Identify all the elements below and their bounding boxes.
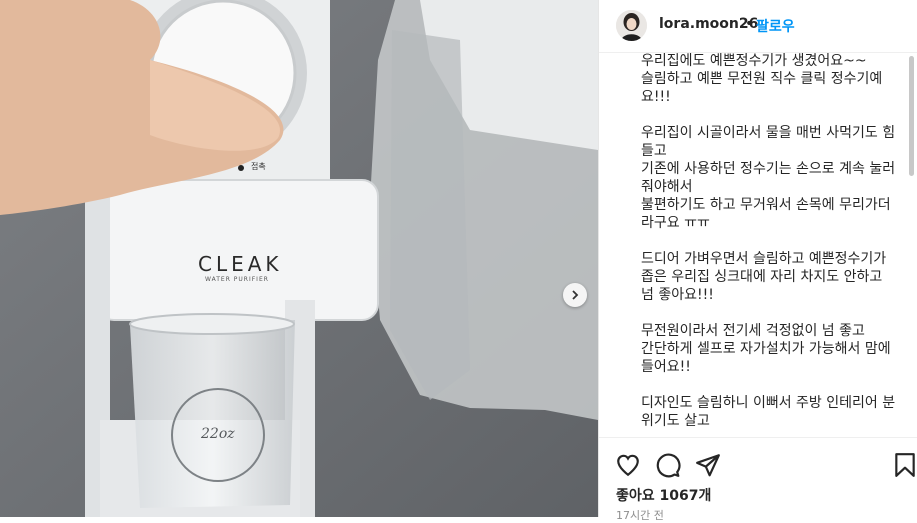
brand-sub-label: WATER PURIFIER [205,276,269,283]
water-purifier-photo [0,0,598,517]
post-actions: 좋아요 1067개 17시간 전 [599,437,917,522]
save-button[interactable] [894,452,917,478]
avatar[interactable] [616,10,647,41]
post-caption: 우리집에도 예쁜정수기가 생겼어요~~ 슬림하고 예쁜 무전원 직수 클릭 정수… [641,52,899,437]
post-header: lora.moon26 • 팔로우 [599,0,917,53]
bookmark-icon [895,453,915,477]
glass-label: 22oz [201,426,235,442]
caption-scrollbar[interactable] [909,56,914,176]
username-link[interactable]: lora.moon26 [659,16,758,32]
heart-icon [617,454,639,477]
avatar-image [616,10,647,41]
share-button[interactable] [695,452,721,478]
like-button[interactable] [615,452,641,478]
caption-paragraph: 우리집에도 예쁜정수기가 생겼어요~~ 슬림하고 예쁜 무전원 직수 클릭 정수… [641,53,883,105]
device-button-label: 접촉 [251,162,266,171]
comment-button[interactable] [655,452,681,478]
likes-count[interactable]: 좋아요 1067개 [616,485,711,505]
follow-button[interactable]: 팔로우 [756,16,795,36]
brand-label: CLEAK [198,252,283,276]
separator-dot: • [745,16,754,32]
next-media-button[interactable] [563,283,587,307]
post-media[interactable]: CLEAK WATER PURIFIER 접촉 22oz [0,0,598,517]
caption-paragraph: 드디어 가벼우면서 슬림하고 예쁜정수기가 좁은 우리집 싱크대에 자리 차지도… [641,251,887,303]
caption-paragraph: 디자인도 슬림하니 이뻐서 주방 인테리어 분위기도 살고 [641,395,896,429]
comment-icon [656,453,681,478]
post-timestamp[interactable]: 17시간 전 [616,507,664,523]
caption-paragraph: 무전원이라서 전기세 걱정없이 넘 좋고 간단하게 셀프로 자가설치가 가능해서… [641,323,891,375]
share-icon [696,454,720,477]
caption-paragraph: 우리집이 시골이라서 물을 매번 사먹기도 힘들고 기존에 사용하던 정수기는 … [641,125,896,231]
chevron-right-icon [572,290,579,300]
post-panel: lora.moon26 • 팔로우 우리집에도 예쁜정수기가 생겼어요~~ 슬림… [598,0,917,522]
